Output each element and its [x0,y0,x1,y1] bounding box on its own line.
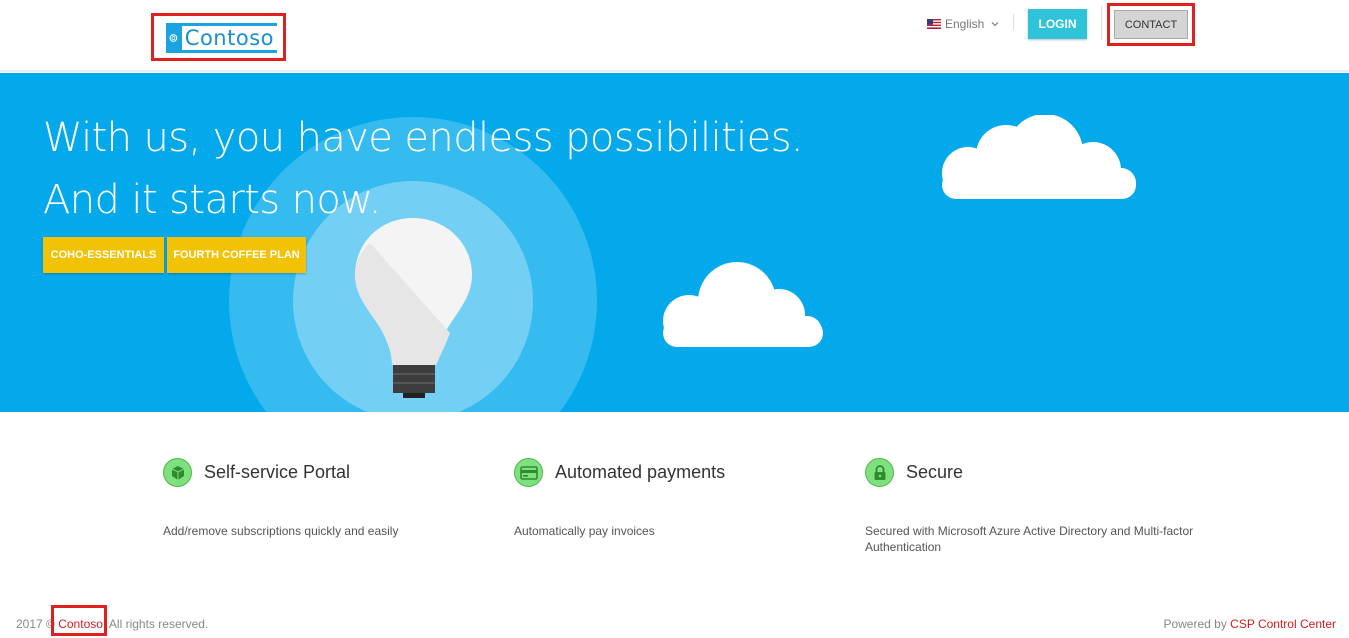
light-bulb-illustration [355,218,472,398]
feature-description: Add/remove subscriptions quickly and eas… [163,524,399,538]
feature-title: Self-service Portal [204,462,351,482]
header-divider [1013,14,1014,30]
feature-title: Automated payments [555,462,726,482]
footer-year: 2017 © [16,617,55,631]
logo-text: Contoso [181,26,277,50]
footer-copyright: 2017 © Contoso. All rights reserved. [16,617,208,631]
header-divider [1101,6,1102,40]
login-button[interactable]: LOGIN [1028,9,1087,39]
footer-rights: . All rights reserved. [102,617,209,631]
contoso-logo[interactable]: Contoso [166,23,277,53]
fourth-coffee-plan-button[interactable]: FOURTH COFFEE PLAN [167,237,306,273]
feature-description: Secured with Microsoft Azure Active Dire… [865,524,1194,554]
footer-powered-by: Powered by CSP Control Center [1163,617,1336,631]
credit-card-icon [514,458,543,487]
hero-title-line1: With us, you have endless possibilities. [43,115,804,161]
feature-title: Secure [906,462,964,482]
logo-ring-icon [169,34,178,42]
contact-highlight: CONTACT [1107,3,1195,46]
hero-title-line2: And it starts now. [43,177,381,223]
us-flag-icon [927,19,941,29]
feature-description: Automatically pay invoices [514,524,655,538]
chevron-down-icon [991,22,999,27]
hero-banner: With us, you have endless possibilities.… [0,73,1349,412]
logo-highlight: Contoso [151,13,286,61]
cloud-shape [663,262,823,347]
language-label: English [945,17,985,31]
contact-button[interactable]: CONTACT [1114,10,1188,39]
lock-icon [865,458,894,487]
language-selector[interactable]: English [927,16,1000,32]
csp-control-center-link[interactable]: CSP Control Center [1230,617,1336,631]
cloud-shape [942,115,1136,199]
site-header: Contoso English LOGIN CONTACT [0,0,1349,72]
coho-essentials-button[interactable]: COHO-ESSENTIALS [43,237,164,273]
powered-by-label: Powered by [1163,617,1227,631]
cube-icon [163,458,192,487]
footer-brand-highlight [51,605,107,636]
